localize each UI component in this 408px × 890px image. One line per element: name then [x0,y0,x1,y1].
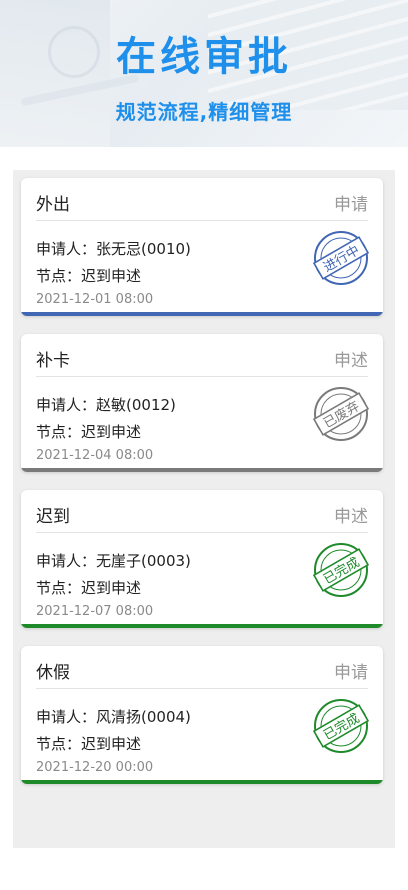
card-header: 补卡 申述 [36,334,368,377]
card-type: 外出 [36,195,70,215]
node-row: 节点：迟到申述 [36,265,141,286]
applicant-value: 风清扬(0004) [96,708,191,726]
node-label: 节点： [36,423,82,441]
card-status-bar [21,780,383,784]
node-value: 迟到申述 [81,579,142,597]
card-date: 2021-12-20 00:00 [36,760,154,775]
applicant-row: 申请人：无崖子(0003) [36,550,191,571]
node-value: 迟到申述 [81,267,142,285]
approval-card[interactable]: 外出 申请 申请人：张无忌(0010) 节点：迟到申述 2021-12-01 0… [21,178,383,316]
status-stamp-icon: 进行中 [313,231,369,285]
card-status-bar [21,468,383,472]
approval-card[interactable]: 补卡 申述 申请人：赵敏(0012) 节点：迟到申述 2021-12-04 08… [21,334,383,472]
card-status-bar [21,312,383,316]
hero-title: 在线审批 [116,34,292,80]
status-stamp-icon: 已完成 [313,699,369,753]
applicant-label: 申请人： [36,552,97,570]
card-date: 2021-12-04 08:00 [36,448,154,463]
applicant-row: 申请人：张无忌(0010) [36,238,191,259]
card-type: 补卡 [36,351,70,371]
card-status-bar [21,624,383,628]
card-header: 休假 申请 [36,646,368,689]
applicant-row: 申请人：赵敏(0012) [36,394,176,415]
card-action: 申述 [334,507,368,527]
node-label: 节点： [36,579,82,597]
applicant-value: 赵敏(0012) [96,396,176,414]
card-action: 申请 [334,195,368,215]
hero-subtitle: 规范流程,精细管理 [115,100,293,124]
applicant-value: 张无忌(0010) [96,240,191,258]
card-header: 迟到 申述 [36,490,368,533]
node-value: 迟到申述 [81,423,142,441]
card-date: 2021-12-01 08:00 [36,292,154,307]
node-value: 迟到申述 [81,735,142,753]
applicant-value: 无崖子(0003) [96,552,191,570]
node-row: 节点：迟到申述 [36,421,141,442]
node-label: 节点： [36,267,82,285]
status-stamp-icon: 已废弃 [313,387,369,441]
status-stamp-icon: 已完成 [313,543,369,597]
applicant-label: 申请人： [36,240,97,258]
node-row: 节点：迟到申述 [36,577,141,598]
card-type: 迟到 [36,507,70,527]
applicant-label: 申请人： [36,396,97,414]
node-label: 节点： [36,735,82,753]
card-action: 申述 [334,351,368,371]
card-type: 休假 [36,663,70,683]
node-row: 节点：迟到申述 [36,733,141,754]
card-action: 申请 [334,663,368,683]
approval-card[interactable]: 休假 申请 申请人：风清扬(0004) 节点：迟到申述 2021-12-20 0… [21,646,383,784]
approval-card[interactable]: 迟到 申述 申请人：无崖子(0003) 节点：迟到申述 2021-12-07 0… [21,490,383,628]
approval-list[interactable]: 外出 申请 申请人：张无忌(0010) 节点：迟到申述 2021-12-01 0… [13,170,395,848]
card-date: 2021-12-07 08:00 [36,604,154,619]
card-header: 外出 申请 [36,178,368,221]
applicant-row: 申请人：风清扬(0004) [36,706,191,727]
hero-banner: 在线审批 规范流程,精细管理 [0,0,408,147]
applicant-label: 申请人： [36,708,97,726]
